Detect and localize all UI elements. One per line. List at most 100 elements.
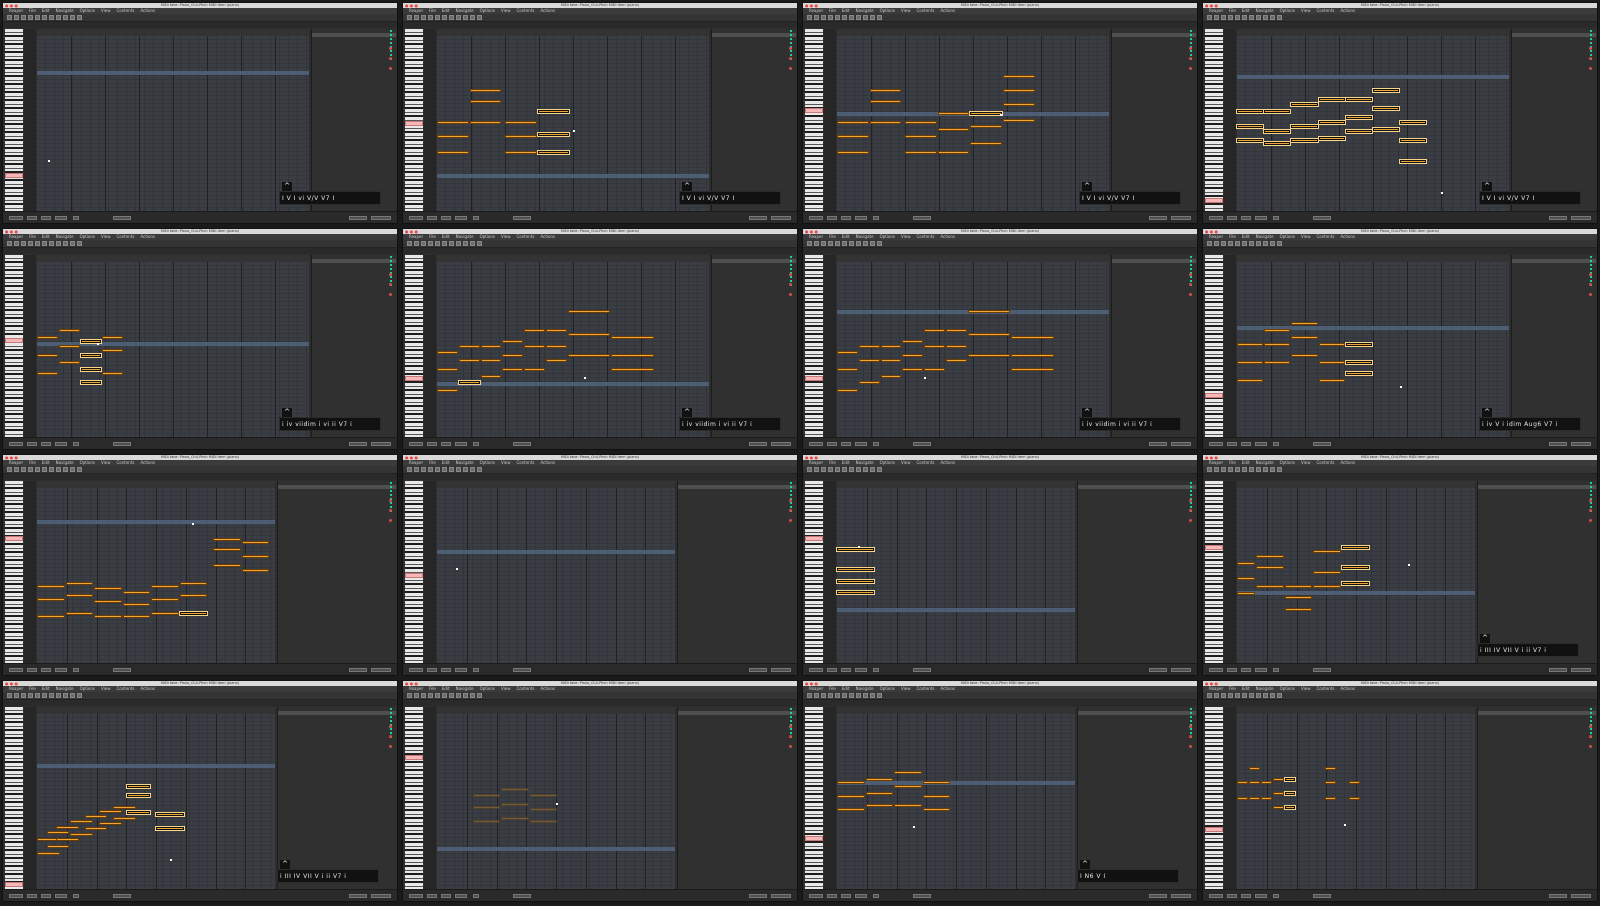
- midi-note[interactable]: [837, 781, 865, 785]
- toolbar-button[interactable]: [35, 693, 40, 698]
- midi-note[interactable]: [58, 361, 80, 365]
- midi-note[interactable]: [437, 350, 458, 354]
- status-control[interactable]: [749, 894, 767, 898]
- midi-note[interactable]: [967, 332, 1011, 336]
- midi-note[interactable]: [837, 151, 869, 155]
- midi-note[interactable]: [458, 345, 480, 349]
- toolbar-button[interactable]: [35, 15, 40, 20]
- piano-roll-grid[interactable]: [437, 262, 709, 437]
- record-arm-button[interactable]: [1589, 57, 1592, 60]
- piano-roll-grid[interactable]: [37, 714, 275, 889]
- midi-note[interactable]: [505, 120, 537, 124]
- status-control[interactable]: [1273, 216, 1279, 220]
- status-control[interactable]: [771, 894, 791, 898]
- toolbar-button[interactable]: [28, 241, 33, 246]
- status-control[interactable]: [873, 442, 879, 446]
- status-control[interactable]: [827, 668, 837, 672]
- midi-note[interactable]: [1318, 136, 1345, 140]
- record-arm-button[interactable]: [1589, 499, 1592, 502]
- toolbar-button[interactable]: [77, 467, 82, 472]
- toolbar-button[interactable]: [849, 241, 854, 246]
- midi-note[interactable]: [1272, 791, 1284, 795]
- midi-note[interactable]: [1345, 129, 1372, 133]
- toolbar-button[interactable]: [856, 241, 861, 246]
- midi-note[interactable]: [1291, 138, 1318, 142]
- status-control[interactable]: [9, 216, 23, 220]
- midi-note[interactable]: [501, 816, 529, 820]
- toolbar-button[interactable]: [14, 241, 19, 246]
- toolbar-button[interactable]: [1228, 15, 1233, 20]
- midi-note[interactable]: [241, 569, 270, 573]
- midi-note[interactable]: [472, 820, 501, 824]
- toolbar-button[interactable]: [21, 241, 26, 246]
- toolbar-button[interactable]: [807, 15, 812, 20]
- status-control[interactable]: [1149, 216, 1167, 220]
- toolbar-button[interactable]: [49, 693, 54, 698]
- toolbar-button[interactable]: [821, 467, 826, 472]
- toolbar-button[interactable]: [442, 15, 447, 20]
- midi-note[interactable]: [480, 375, 502, 379]
- toolbar-button[interactable]: [407, 15, 412, 20]
- toolbar-button[interactable]: [870, 15, 875, 20]
- record-arm-button[interactable]: [1189, 735, 1192, 738]
- track-row[interactable]: [312, 283, 396, 287]
- toolbar-button[interactable]: [463, 241, 468, 246]
- toolbar-button[interactable]: [1242, 693, 1247, 698]
- midi-note[interactable]: [524, 368, 545, 372]
- midi-note[interactable]: [858, 359, 880, 363]
- toolbar-button[interactable]: [849, 693, 854, 698]
- midi-note[interactable]: [837, 120, 869, 124]
- toolbar-button[interactable]: [456, 693, 461, 698]
- midi-note[interactable]: [1400, 159, 1427, 163]
- toolbar-button[interactable]: [56, 467, 61, 472]
- status-control[interactable]: [41, 894, 51, 898]
- record-arm-button[interactable]: [789, 725, 792, 728]
- toolbar-button[interactable]: [1214, 241, 1219, 246]
- toolbar-button[interactable]: [42, 693, 47, 698]
- toolbar-button[interactable]: [449, 467, 454, 472]
- midi-note[interactable]: [472, 806, 501, 810]
- midi-note[interactable]: [94, 599, 122, 603]
- piano-roll-grid[interactable]: [837, 714, 1075, 889]
- toolbar-button[interactable]: [1256, 693, 1261, 698]
- midi-note[interactable]: [37, 336, 58, 340]
- status-control[interactable]: [27, 668, 37, 672]
- toolbar-button[interactable]: [877, 15, 882, 20]
- midi-note[interactable]: [70, 820, 94, 824]
- toolbar-button[interactable]: [1249, 15, 1254, 20]
- midi-note[interactable]: [1325, 781, 1336, 785]
- status-control[interactable]: [1171, 216, 1191, 220]
- status-control[interactable]: [913, 894, 931, 898]
- toolbar-button[interactable]: [77, 15, 82, 20]
- toolbar-button[interactable]: [1214, 467, 1219, 472]
- track-row[interactable]: [1512, 57, 1596, 61]
- status-control[interactable]: [809, 442, 823, 446]
- midi-note[interactable]: [1318, 361, 1345, 365]
- midi-note[interactable]: [1237, 797, 1248, 801]
- midi-note[interactable]: [567, 354, 611, 358]
- toolbar-button[interactable]: [849, 15, 854, 20]
- midi-note[interactable]: [1237, 576, 1256, 580]
- midi-note[interactable]: [102, 371, 124, 375]
- toolbar-button[interactable]: [1263, 693, 1268, 698]
- midi-note[interactable]: [1237, 361, 1264, 365]
- record-arm-button[interactable]: [1589, 293, 1592, 296]
- midi-note[interactable]: [837, 135, 869, 139]
- toolbar-button[interactable]: [1242, 15, 1247, 20]
- midi-note[interactable]: [1400, 138, 1427, 142]
- piano-roll-grid[interactable]: [837, 262, 1109, 437]
- record-arm-button[interactable]: [389, 57, 392, 60]
- midi-note[interactable]: [970, 112, 1002, 116]
- midi-note[interactable]: [880, 345, 902, 349]
- status-control[interactable]: [73, 216, 79, 220]
- track-row[interactable]: [1478, 735, 1596, 739]
- piano-roll-grid[interactable]: [1237, 262, 1509, 437]
- midi-note[interactable]: [1318, 378, 1345, 382]
- midi-note[interactable]: [1291, 354, 1318, 358]
- status-control[interactable]: [349, 668, 367, 672]
- piano-keyboard[interactable]: [405, 707, 423, 889]
- midi-note[interactable]: [1248, 797, 1260, 801]
- piano-keyboard[interactable]: [1205, 481, 1223, 663]
- toolbar-button[interactable]: [470, 467, 475, 472]
- toolbar-button[interactable]: [1235, 467, 1240, 472]
